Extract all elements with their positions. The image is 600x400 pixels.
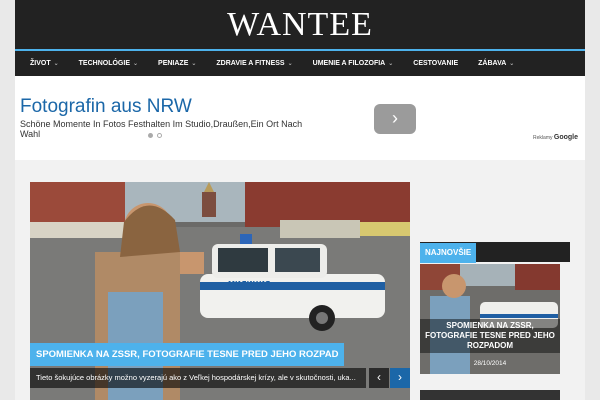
ad-title-link[interactable]: Fotografin aus NRW <box>20 96 192 118</box>
chevron-down-icon: ⌄ <box>509 61 515 67</box>
main-nav: ŽIVOT ⌄ TECHNOLÓGIE ⌄ PENIAZE ⌄ ZDRAVIE A F… <box>15 51 585 76</box>
nav-item-label: UMENIE A FILOZOFIA <box>312 60 386 67</box>
ad-choices[interactable]: Reklamy Google <box>533 134 578 141</box>
ad-dot[interactable] <box>157 133 162 138</box>
advertisement: Fotografin aus NRW Schöne Momente In Fot… <box>20 96 580 146</box>
ad-pagination <box>148 133 166 138</box>
slide-excerpt: Tieto šokujúce obrázky možno vyzerajú ak… <box>30 368 366 388</box>
page: WANTEE ŽIVOT ⌄ TECHNOLÓGIE ⌄ PENIAZE ⌄ ZDRA… <box>15 0 585 400</box>
site-logo[interactable]: WANTEE <box>15 6 585 44</box>
chevron-down-icon: ⌄ <box>53 61 59 67</box>
nav-item-zabava[interactable]: ZÁBAVA ⌄ <box>478 60 514 67</box>
sidebar-heading-label: NAJNOVŠIE <box>420 243 477 263</box>
sidebar-heading: NAJNOVŠIE <box>420 242 570 263</box>
chevron-down-icon: ⌄ <box>191 61 197 67</box>
slide-title[interactable]: SPOMIENKA NA ZSSR, FOTOGRAFIE TESNE PRED… <box>30 343 345 366</box>
chevron-down-icon: ⌄ <box>133 61 139 67</box>
chevron-left-icon: ‹ <box>377 370 381 384</box>
nav-item-umenie[interactable]: UMENIE A FILOZOFIA ⌄ <box>313 60 394 67</box>
nav-item-label: ZÁBAVA <box>478 60 507 67</box>
ad-next-button[interactable]: › <box>374 104 416 134</box>
nav-item-label: TECHNOLÓGIE <box>78 60 130 67</box>
chevron-right-icon: › <box>392 108 398 128</box>
latest-post-date: 28/10/2014 <box>473 360 507 367</box>
next-post-card[interactable] <box>420 390 560 400</box>
site-header: WANTEE <box>15 0 585 51</box>
nav-item-peniaze[interactable]: PENIAZE ⌄ <box>158 60 196 67</box>
car-sign: МИЛИЦИЯ <box>228 280 270 288</box>
ad-choices-brand: Google <box>553 134 578 141</box>
nav-item-label: PENIAZE <box>158 60 189 67</box>
latest-post-card[interactable]: SPOMIENKA NA ZSSR, FOTOGRAFIE TESNE PRED… <box>420 264 560 374</box>
nav-item-label: CESTOVANIE <box>413 60 459 67</box>
nav-item-technologie[interactable]: TECHNOLÓGIE ⌄ <box>79 60 138 67</box>
latest-post-title[interactable]: SPOMIENKA NA ZSSR, FOTOGRAFIE TESNE PRED… <box>420 319 560 353</box>
nav-item-label: ZDRAVIE A FITNESS <box>216 60 285 67</box>
slider-next-button[interactable]: › <box>390 368 410 388</box>
nav-item-label: ŽIVOT <box>30 60 51 67</box>
nav-item-zivot[interactable]: ŽIVOT ⌄ <box>30 60 59 67</box>
nav-item-zdravie[interactable]: ZDRAVIE A FITNESS ⌄ <box>216 60 292 67</box>
slider-prev-button[interactable]: ‹ <box>369 368 389 388</box>
chevron-down-icon: ⌄ <box>388 61 394 67</box>
chevron-down-icon: ⌄ <box>287 61 293 67</box>
ad-choices-label: Reklamy <box>533 135 553 141</box>
nav-item-cestovanie[interactable]: CESTOVANIE <box>413 60 458 67</box>
chevron-right-icon: › <box>398 370 402 384</box>
featured-slider[interactable]: МИЛИЦИЯ SPOMIENKA NA ZSSR, FOTOGRAFIE TE… <box>30 182 410 400</box>
ad-dot-active[interactable] <box>148 133 153 138</box>
